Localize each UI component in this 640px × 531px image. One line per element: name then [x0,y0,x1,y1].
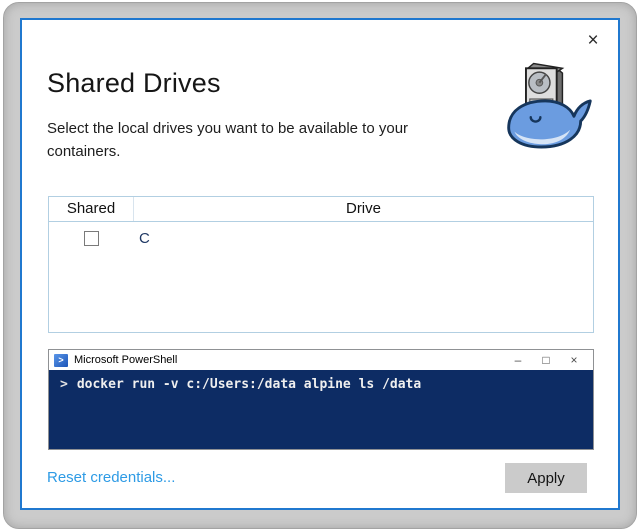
docker-whale-icon [501,60,597,162]
maximize-icon: □ [532,351,560,369]
table-row: C [49,222,593,254]
powershell-console: > docker run -v c:/Users:/data alpine ls … [49,370,593,449]
minimize-icon: – [504,351,532,369]
page-title: Shared Drives [47,68,221,99]
powershell-titlebar: > Microsoft PowerShell – □ × [49,350,593,370]
drive-c-checkbox[interactable] [84,231,99,246]
column-header-drive: Drive [134,197,593,221]
console-command: docker run -v c:/Users:/data alpine ls /… [77,377,421,392]
page-subtitle: Select the local drives you want to be a… [47,117,435,163]
table-header: Shared Drive [49,197,593,222]
powershell-title: Microsoft PowerShell [74,354,177,366]
powershell-icon: > [54,354,68,367]
reset-credentials-link[interactable]: Reset credentials... [47,469,175,486]
shared-cell [49,231,134,246]
powershell-window-controls: – □ × [504,351,588,369]
shared-drives-table: Shared Drive C [48,196,594,333]
screenshot-canvas: × Shared Drives Select the local drives … [0,0,640,531]
close-icon: × [560,351,588,369]
column-header-shared: Shared [49,197,134,221]
powershell-screenshot: > Microsoft PowerShell – □ × > docker run… [48,349,594,450]
drive-name-cell: C [134,230,150,247]
console-prompt: > [60,377,68,392]
shared-drives-dialog: × Shared Drives Select the local drives … [20,18,620,510]
close-icon[interactable]: × [582,30,604,52]
apply-button[interactable]: Apply [505,463,587,493]
